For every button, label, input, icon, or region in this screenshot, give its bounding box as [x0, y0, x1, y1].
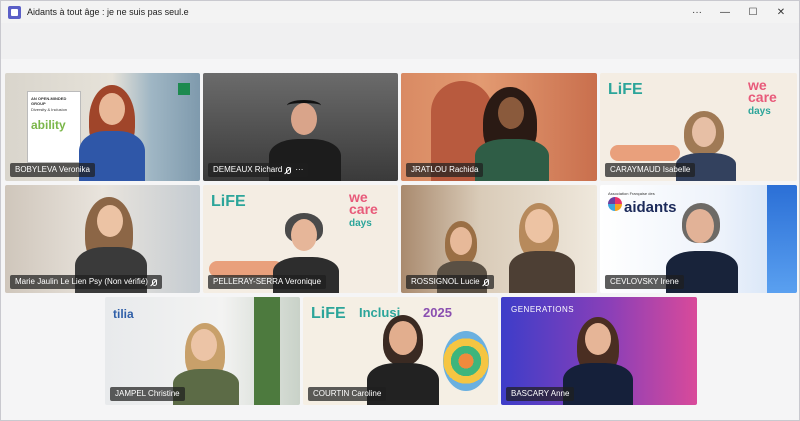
title-bar: Aidants à tout âge : je ne suis pas seul… [1, 1, 799, 23]
window-controls: ··· — ☐ ✕ [683, 1, 795, 23]
video-tile-9[interactable]: tilia JAMPEL Christine [105, 297, 300, 405]
nametag-11: BASCARY Anne [506, 387, 575, 401]
nametag-2: DEMEAUX Richard ··· [208, 163, 309, 177]
participant-name: JRATLOU Rachida [411, 165, 479, 174]
green-sign [178, 83, 190, 95]
video-tile-1[interactable]: AN OPEN-MINDED GROUP Diversity & Inclusi… [5, 73, 200, 181]
generations-text: GENERATIONS [511, 305, 575, 314]
video-tile-2[interactable]: DEMEAUX Richard ··· [203, 73, 398, 181]
inclusion-year: 2025 [423, 305, 452, 320]
video-tile-10[interactable]: LiFE Inclusi 2025 COURTIN Caroline [303, 297, 498, 405]
life-logo: LiFE [311, 305, 346, 322]
participant-7b-face [525, 209, 553, 243]
participant-3-face [498, 97, 524, 129]
wecare-logo: we care days [748, 77, 797, 118]
participant-name: BOBYLEVA Veronika [15, 165, 91, 174]
mic-muted-icon [483, 278, 489, 286]
video-tile-7[interactable]: ROSSIGNOL Lucie [401, 185, 597, 293]
nametag-8: CEVLOVSKY Irene [605, 275, 684, 289]
tilia-logo: tilia [113, 307, 134, 321]
wecare-text: we care [349, 189, 378, 217]
participant-1-face [99, 93, 125, 125]
video-tile-3[interactable]: JRATLOU Rachida [401, 73, 597, 181]
nametag-5: Marie Jaulin Le Lien Psy (Non vérifié) [10, 275, 162, 289]
tile-more-icon[interactable]: ··· [295, 163, 303, 177]
ability-poster-word: ability [31, 118, 66, 132]
video-tile-6[interactable]: LiFE we care days PELLERAY-SERRA Veroniqu… [203, 185, 398, 293]
participant-name: PELLERAY-SERRA Veronique [213, 277, 322, 286]
participant-10-face [389, 321, 417, 355]
mic-muted-icon [151, 278, 157, 286]
participant-4-face [692, 117, 716, 147]
participant-8-face [686, 209, 714, 243]
ability-poster: AN OPEN-MINDED GROUP Diversity & Inclusi… [27, 91, 81, 163]
participant-name: ROSSIGNOL Lucie [411, 277, 480, 286]
participant-11-face [585, 323, 611, 355]
life-logo: LiFE [211, 193, 246, 210]
participant-3-body [475, 139, 549, 181]
ability-poster-line1: AN OPEN-MINDED GROUP [31, 96, 67, 106]
nametag-4: CARAYMAUD Isabelle [605, 163, 696, 177]
nametag-3: JRATLOU Rachida [406, 163, 484, 177]
nametag-7: ROSSIGNOL Lucie [406, 275, 494, 289]
participant-9-face [191, 329, 217, 361]
illustration-figures [610, 145, 680, 161]
participant-7a-face [450, 227, 472, 255]
wecare-logo: we care days [349, 189, 398, 230]
video-tile-4[interactable]: LiFE we care days CARAYMAUD Isabelle [600, 73, 797, 181]
headset-icon [287, 100, 321, 111]
wecare-days-text: days [748, 106, 771, 117]
window-title: Aidants à tout âge : je ne suis pas seul… [27, 7, 189, 17]
mic-muted-icon [286, 166, 292, 174]
participant-name: DEMEAUX Richard [213, 165, 283, 174]
teams-window: Aidants à tout âge : je ne suis pas seul… [0, 0, 800, 421]
aidants-logo: aidants [624, 199, 677, 216]
video-gallery: AN OPEN-MINDED GROUP Diversity & Inclusi… [1, 59, 799, 420]
participant-name: CEVLOVSKY Irene [610, 277, 679, 286]
life-logo: LiFE [608, 81, 643, 98]
close-button[interactable]: ✕ [767, 1, 795, 23]
minimize-button[interactable]: — [711, 1, 739, 23]
teams-app-icon [8, 5, 21, 19]
participant-name: BASCARY Anne [511, 389, 570, 398]
nametag-10: COURTIN Caroline [308, 387, 387, 401]
participant-name: CARAYMAUD Isabelle [610, 165, 691, 174]
participant-5-face [97, 205, 123, 237]
plant-wall [254, 297, 280, 405]
tree-illustration [443, 331, 489, 391]
video-tile-5[interactable]: Marie Jaulin Le Lien Psy (Non vérifié) [5, 185, 200, 293]
participant-7b-body [509, 251, 575, 293]
participant-name: JAMPEL Christine [115, 389, 180, 398]
nametag-6: PELLERAY-SERRA Veronique [208, 275, 327, 289]
blue-band [767, 185, 797, 293]
video-tile-8[interactable]: Association Française des aidants CEVLOV… [600, 185, 797, 293]
wecare-text: we care [748, 77, 777, 105]
video-tile-11[interactable]: GENERATIONS BASCARY Anne [501, 297, 697, 405]
more-options-button[interactable]: ··· [683, 1, 711, 23]
participant-name: COURTIN Caroline [313, 389, 382, 398]
meeting-toolbar-area [1, 23, 799, 59]
participant-name: Marie Jaulin Le Lien Psy (Non vérifié) [15, 277, 148, 286]
aidants-small-text: Association Française des [608, 191, 655, 196]
ability-poster-line2: Diversity & Inclusion [31, 107, 68, 112]
nametag-1: BOBYLEVA Veronika [10, 163, 96, 177]
maximize-button[interactable]: ☐ [739, 1, 767, 23]
participant-6-face [291, 219, 317, 251]
nametag-9: JAMPEL Christine [110, 387, 185, 401]
wecare-days-text: days [349, 218, 372, 229]
aidants-logo-icon [608, 197, 622, 211]
